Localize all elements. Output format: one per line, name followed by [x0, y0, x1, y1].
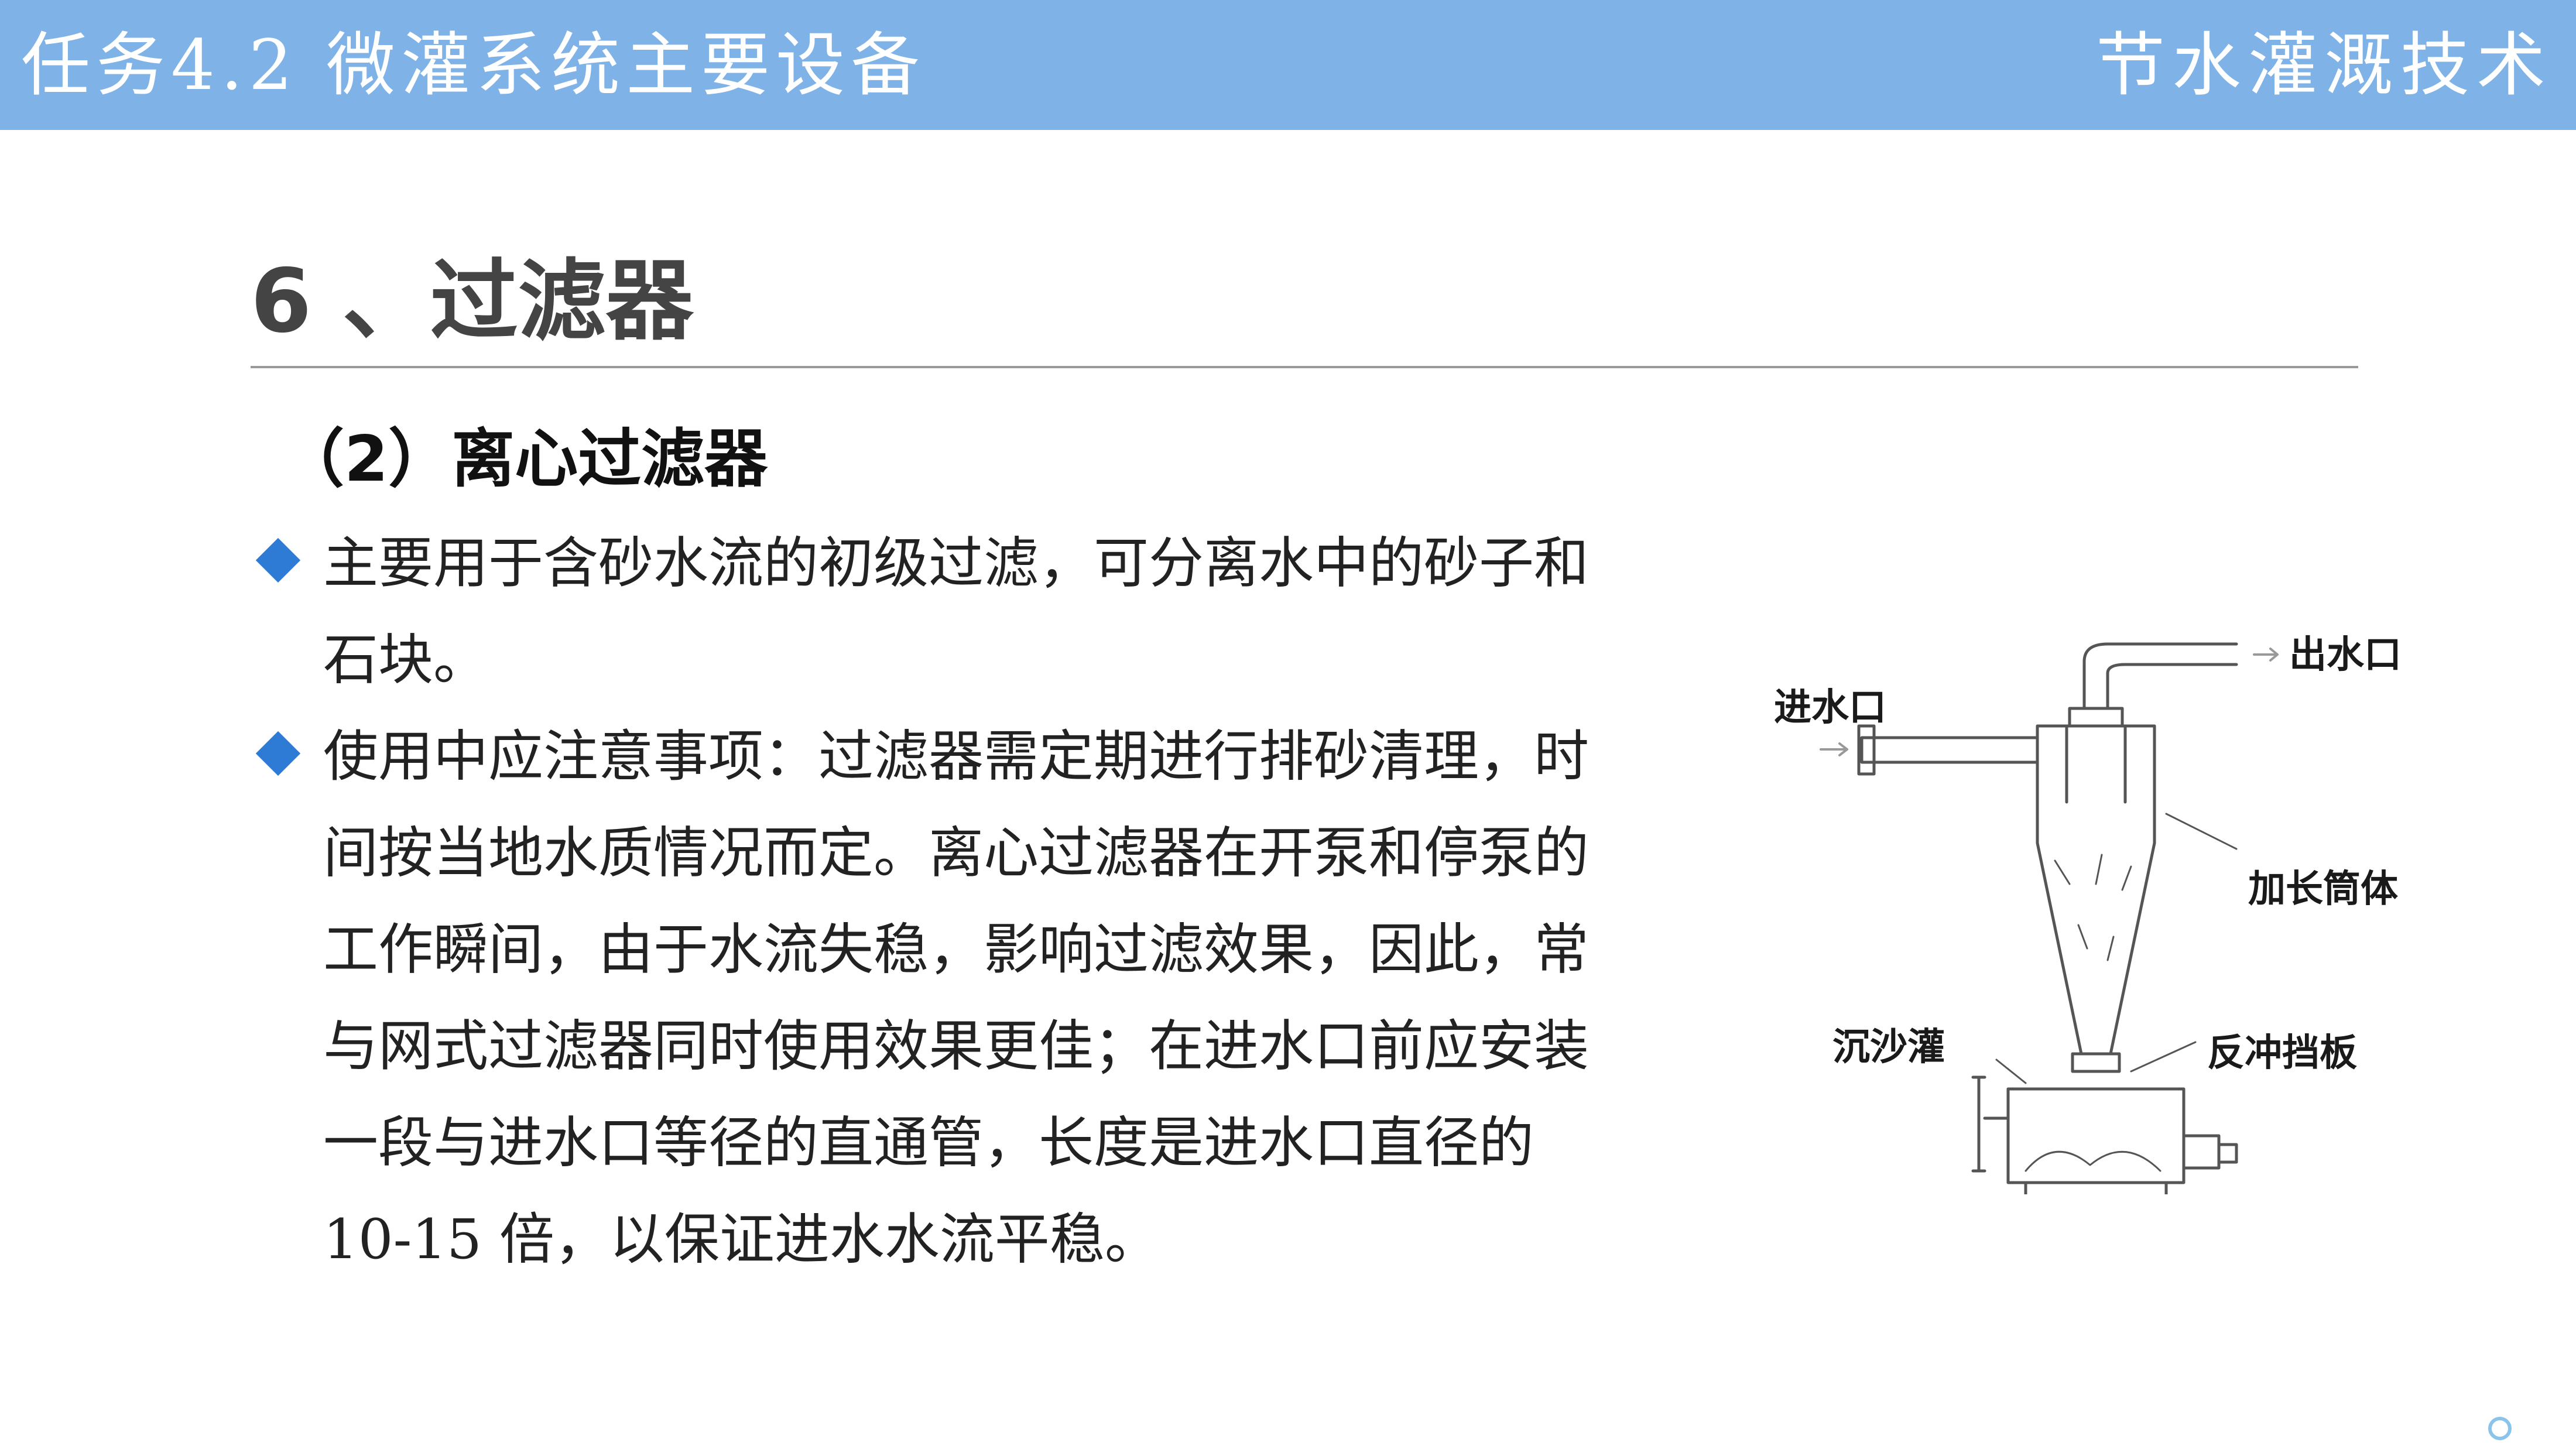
bullet-text-2b: 倍，以保证进水水流平稳。: [481, 1208, 1160, 1272]
body: [2036, 724, 2156, 1056]
filter-drawing: [1820, 642, 2279, 1194]
bullet-list: 主要用于含砂水流的初级过滤，可分离水中的砂子和石块。 使用中应注意事项：过滤器需…: [252, 515, 1628, 1288]
cylinder-leader: [2165, 813, 2238, 850]
label-sand-tank: 沉沙灌: [1832, 1026, 1945, 1069]
label-inlet: 进水口: [1774, 686, 1886, 729]
header-bar: 任务4.2 微灌系统主要设备 节水灌溉技术: [0, 0, 2576, 130]
title-divider: [251, 366, 2358, 368]
centrifugal-filter-diagram: 出水口 进水口 加长筒体 沉沙灌 反冲挡板: [1751, 609, 2453, 1194]
bottom-flange: [2071, 1052, 2121, 1073]
bullet-text-2a: 使用中应注意事项：过滤器需定期进行排砂清理，时间按当地水质情况而定。离心过滤器在…: [323, 725, 1590, 1175]
diamond-bullet-icon: [255, 537, 301, 583]
drain-valve: [2182, 1134, 2238, 1170]
top-flange: [2068, 707, 2124, 728]
course-name: 节水灌溉技术: [2095, 25, 2553, 105]
swirl-marks: [2054, 854, 2132, 961]
filter-diagram-svg: 出水口 进水口 加长筒体 沉沙灌 反冲挡板: [1774, 633, 2402, 1194]
sand-pile: [2025, 1150, 2161, 1172]
section-title: 6 、过滤器: [251, 251, 694, 352]
label-extended-cylinder: 加长筒体: [2248, 868, 2398, 911]
baffle-leader: [2130, 1041, 2197, 1073]
task-title: 任务4.2 微灌系统主要设备: [21, 25, 926, 105]
watermark-logo-icon: [2488, 1417, 2512, 1440]
inlet-pipe: [1860, 736, 2039, 764]
tank-leader: [1995, 1059, 2027, 1084]
inner-tube: [2065, 724, 2127, 804]
inlet-arrow: [1820, 742, 1848, 756]
tank-legs: [2024, 1181, 2168, 1194]
diamond-bullet-icon: [255, 731, 301, 776]
side-handle: [1971, 1075, 2010, 1173]
subsection-title: （2）离心过滤器: [281, 423, 768, 496]
outlet-pipe: [2082, 642, 2238, 710]
bullet-text-1: 主要用于含砂水流的初级过滤，可分离水中的砂子和石块。: [323, 532, 1590, 692]
label-backflush-baffle: 反冲挡板: [2207, 1032, 2357, 1075]
bullet-item-1: 主要用于含砂水流的初级过滤，可分离水中的砂子和石块。: [252, 515, 1628, 708]
outlet-arrow: [2253, 648, 2279, 662]
label-outlet: 出水口: [2289, 633, 2402, 677]
bullet-item-2: 使用中应注意事项：过滤器需定期进行排砂清理，时间按当地水质情况而定。离心过滤器在…: [252, 708, 1628, 1288]
bullet-number: 10-15: [323, 1208, 482, 1272]
